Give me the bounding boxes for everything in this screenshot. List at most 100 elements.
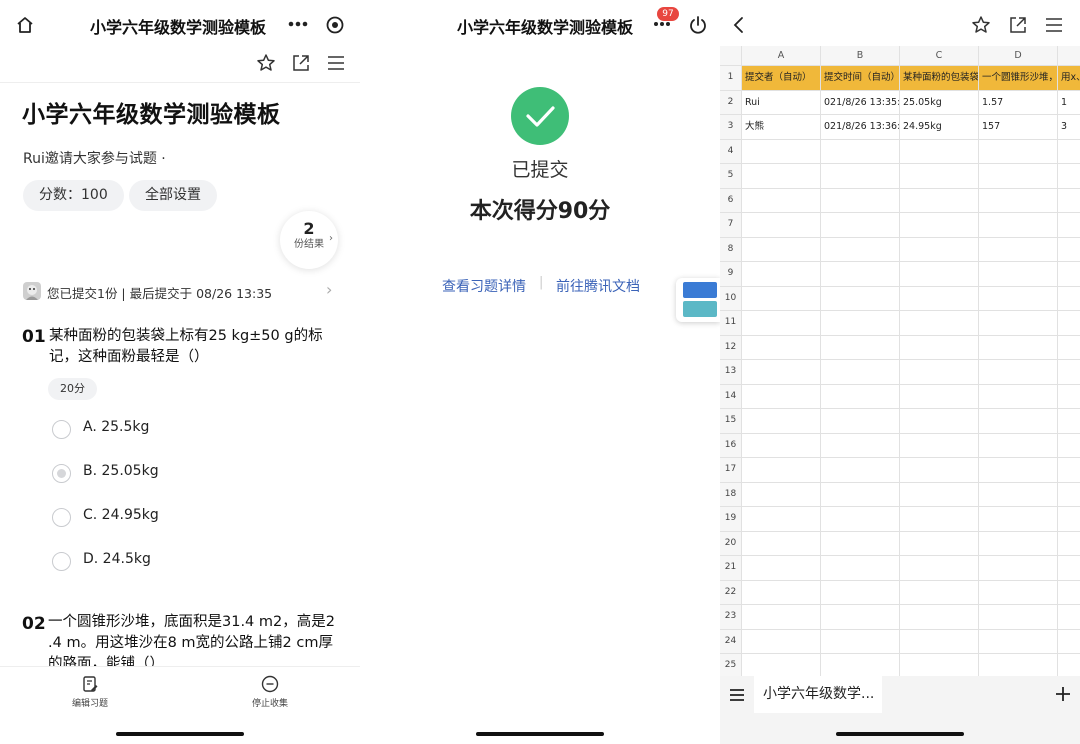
- sheet-cell[interactable]: [742, 188, 821, 213]
- sheet-cell[interactable]: [821, 605, 900, 630]
- sheet-cell[interactable]: [821, 335, 900, 360]
- sheet-cell[interactable]: [1058, 140, 1080, 164]
- row-header[interactable]: 22: [720, 580, 742, 605]
- sheet-cell[interactable]: 大熊: [742, 115, 821, 140]
- row-header[interactable]: 1: [720, 66, 742, 91]
- sheet-cell[interactable]: [979, 360, 1058, 385]
- column-header[interactable]: C: [900, 46, 979, 66]
- sheet-cell[interactable]: [742, 360, 821, 385]
- sheet-cell[interactable]: [821, 360, 900, 385]
- sheet-cell[interactable]: [821, 237, 900, 262]
- sheet-cell[interactable]: [979, 286, 1058, 311]
- sheet-cell[interactable]: [821, 164, 900, 189]
- sheet-cell[interactable]: [821, 213, 900, 238]
- sheet-cell[interactable]: 1.57: [979, 90, 1058, 115]
- sheet-cell[interactable]: [742, 654, 821, 679]
- row-header[interactable]: 24: [720, 629, 742, 654]
- sheet-cell[interactable]: 021/8/26 13:36:11: [821, 115, 900, 140]
- column-header[interactable]: A: [742, 46, 821, 66]
- sheet-cell[interactable]: [1058, 189, 1080, 213]
- sheet-cell[interactable]: [1058, 654, 1080, 679]
- sheet-cell[interactable]: [821, 654, 900, 679]
- sheet-cell[interactable]: [821, 629, 900, 654]
- option-label[interactable]: A. 25.5kg: [83, 419, 149, 435]
- sheet-cell[interactable]: [900, 286, 979, 311]
- sheet-cell[interactable]: [979, 409, 1058, 434]
- sheet-cell[interactable]: [742, 605, 821, 630]
- record-icon[interactable]: [325, 15, 345, 35]
- sheet-cell[interactable]: [1058, 164, 1080, 189]
- sheet-cell[interactable]: [742, 433, 821, 458]
- sheet-cell[interactable]: [1058, 458, 1080, 483]
- sheet-cell[interactable]: [979, 654, 1058, 679]
- floating-docs-shortcut[interactable]: [676, 278, 720, 322]
- sheet-cell[interactable]: [821, 286, 900, 311]
- menu-icon[interactable]: [327, 54, 345, 72]
- row-header[interactable]: 18: [720, 482, 742, 507]
- sheet-cell[interactable]: [979, 311, 1058, 336]
- stop-collecting-button[interactable]: 停止收集: [230, 675, 310, 709]
- row-header[interactable]: 16: [720, 433, 742, 458]
- sheet-cell[interactable]: 25.05kg: [900, 90, 979, 115]
- sheet-list-icon[interactable]: [729, 687, 745, 703]
- row-header[interactable]: 9: [720, 262, 742, 287]
- add-sheet-icon[interactable]: [1055, 686, 1071, 702]
- option-radio[interactable]: [52, 552, 71, 571]
- row-header[interactable]: 3: [720, 115, 742, 140]
- power-icon[interactable]: [688, 15, 708, 35]
- sheet-cell[interactable]: [1058, 507, 1080, 532]
- sheet-cell[interactable]: [979, 164, 1058, 189]
- sheet-cell[interactable]: [979, 384, 1058, 409]
- sheet-cell[interactable]: [821, 433, 900, 458]
- sheet-cell[interactable]: [979, 507, 1058, 532]
- sheet-cell[interactable]: [821, 531, 900, 556]
- sheet-cell[interactable]: [900, 384, 979, 409]
- score-chip[interactable]: 分数：100: [23, 180, 124, 211]
- column-header[interactable]: B: [821, 46, 900, 66]
- row-header[interactable]: 10: [720, 286, 742, 311]
- sheet-cell[interactable]: 021/8/26 13:35:16: [821, 90, 900, 115]
- sheet-cell[interactable]: [821, 556, 900, 581]
- row-header[interactable]: 11: [720, 311, 742, 336]
- row-header[interactable]: 17: [720, 458, 742, 483]
- sheet-cell[interactable]: [900, 531, 979, 556]
- sheet-cell[interactable]: [1058, 532, 1080, 556]
- sheet-cell[interactable]: [1058, 605, 1080, 630]
- sheet-cell[interactable]: [900, 335, 979, 360]
- sheet-cell[interactable]: [900, 556, 979, 581]
- more-icon[interactable]: [288, 16, 308, 32]
- sheet-cell[interactable]: [742, 237, 821, 262]
- menu-icon[interactable]: [1045, 16, 1063, 34]
- row-header[interactable]: 4: [720, 139, 742, 164]
- sheet-header-cell[interactable]: 提交者（自动）: [742, 66, 821, 91]
- sheet-cell[interactable]: [979, 458, 1058, 483]
- sheet-cell[interactable]: [821, 262, 900, 287]
- sheet-header-cell[interactable]: 某种面粉的包装袋: [900, 66, 979, 91]
- sheet-cell[interactable]: [900, 188, 979, 213]
- sheet-cell[interactable]: [742, 311, 821, 336]
- row-header[interactable]: 25: [720, 654, 742, 679]
- row-header[interactable]: 23: [720, 605, 742, 630]
- sheet-cell[interactable]: [900, 213, 979, 238]
- sheet-cell[interactable]: [1058, 556, 1080, 581]
- sheet-cell[interactable]: [742, 286, 821, 311]
- sheet-cell[interactable]: [979, 237, 1058, 262]
- sheet-cell[interactable]: [1058, 581, 1080, 605]
- sheet-cell[interactable]: [821, 409, 900, 434]
- star-icon[interactable]: [971, 15, 991, 35]
- row-header[interactable]: 21: [720, 556, 742, 581]
- row-header[interactable]: 5: [720, 164, 742, 189]
- sheet-cell[interactable]: [900, 139, 979, 164]
- sheet-cell[interactable]: [742, 139, 821, 164]
- row-header[interactable]: 20: [720, 531, 742, 556]
- sheet-cell[interactable]: [900, 580, 979, 605]
- edit-questions-button[interactable]: 编辑习题: [50, 675, 130, 709]
- sheet-cell[interactable]: [979, 556, 1058, 581]
- sheet-cell[interactable]: [821, 384, 900, 409]
- sheet-cell[interactable]: [1058, 630, 1080, 654]
- sheet-cell[interactable]: [821, 139, 900, 164]
- sheet-cell[interactable]: [742, 335, 821, 360]
- sheet-cell[interactable]: [1058, 434, 1080, 458]
- sheet-header-cell[interactable]: 提交时间（自动）: [821, 66, 900, 91]
- star-icon[interactable]: [256, 53, 276, 73]
